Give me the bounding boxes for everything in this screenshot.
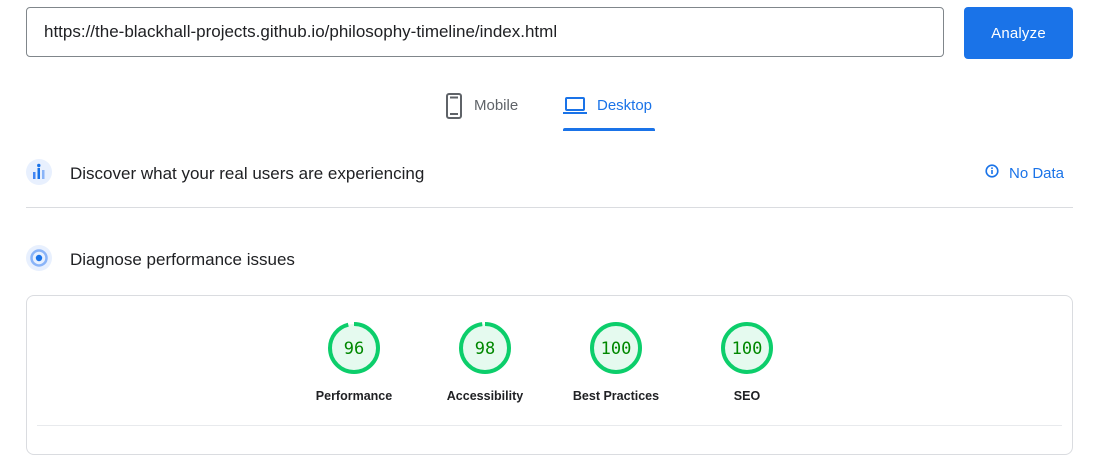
no-data-link[interactable]: No Data xyxy=(985,164,1064,182)
score-label: Best Practices xyxy=(572,389,660,403)
users-chart-icon xyxy=(26,158,52,190)
score-gauge-seo[interactable]: 100 SEO xyxy=(687,320,807,403)
crux-section-title: Discover what your real users are experi… xyxy=(70,164,425,183)
score-value: 96 xyxy=(344,339,364,359)
tab-desktop[interactable]: Desktop xyxy=(563,92,652,132)
crux-section-header: Discover what your real users are experi… xyxy=(26,156,1073,192)
score-label: Accessibility xyxy=(446,389,524,403)
score-gauge-accessibility[interactable]: 98 Accessibility xyxy=(425,320,545,403)
score-value: 100 xyxy=(601,339,632,359)
gauge-icon xyxy=(26,244,52,276)
url-input[interactable] xyxy=(26,7,944,57)
score-ring: 100 xyxy=(721,322,773,374)
analyze-button[interactable]: Analyze xyxy=(964,7,1073,59)
tab-mobile[interactable]: Mobile xyxy=(444,92,518,132)
diagnose-section-title: Diagnose performance issues xyxy=(70,250,295,269)
laptop-icon xyxy=(563,92,587,124)
phone-icon xyxy=(444,92,464,124)
no-data-label: No Data xyxy=(1009,164,1065,182)
card-divider xyxy=(37,425,1062,426)
diagnose-section-header: Diagnose performance issues xyxy=(26,242,1073,278)
section-divider xyxy=(26,207,1073,208)
score-value: 98 xyxy=(475,339,495,359)
score-gauge-performance[interactable]: 96 Performance xyxy=(294,320,414,403)
score-ring: 98 xyxy=(459,322,511,374)
score-card: 96 Performance 98 Accessibility 100 Best Prac… xyxy=(26,295,1073,455)
active-tab-indicator xyxy=(563,128,655,131)
score-label: SEO xyxy=(733,389,761,403)
score-gauge-best-practices[interactable]: 100 Best Practices xyxy=(556,320,676,403)
info-icon xyxy=(985,164,999,182)
score-ring: 96 xyxy=(328,322,380,374)
score-ring: 100 xyxy=(590,322,642,374)
tab-mobile-label: Mobile xyxy=(474,97,519,114)
tab-desktop-label: Desktop xyxy=(597,97,653,114)
score-label: Performance xyxy=(315,389,393,403)
score-value: 100 xyxy=(732,339,763,359)
